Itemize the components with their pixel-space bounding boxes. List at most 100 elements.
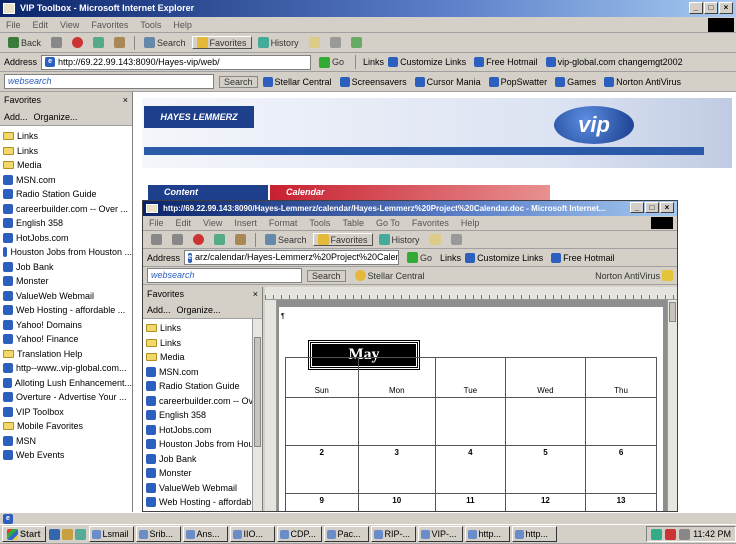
- taskbar-button[interactable]: Ans...: [182, 526, 228, 542]
- menu-item[interactable]: Table: [336, 218, 370, 228]
- link-item[interactable]: Screensavers: [339, 76, 407, 87]
- favorites-button[interactable]: Favorites: [191, 36, 252, 49]
- inner-organize-favorites-button[interactable]: Organize...: [177, 305, 221, 315]
- taskbar-button[interactable]: VIP-...: [417, 526, 463, 542]
- taskbar-button[interactable]: Pac...: [323, 526, 369, 542]
- inner-close-button[interactable]: ×: [660, 202, 674, 213]
- menu-item[interactable]: Insert: [228, 218, 263, 228]
- menu-item[interactable]: Favorites: [406, 218, 455, 228]
- favorite-item[interactable]: Monster: [0, 274, 132, 289]
- menu-item[interactable]: Favorites: [85, 20, 134, 30]
- home-button[interactable]: [110, 37, 129, 48]
- refresh-button[interactable]: [89, 37, 108, 48]
- inner-print-button[interactable]: [447, 234, 466, 245]
- menu-item[interactable]: View: [197, 218, 228, 228]
- favorite-item[interactable]: Translation Help: [0, 347, 132, 362]
- favorite-item[interactable]: Houston Jobs from Hou...: [143, 437, 262, 452]
- favorite-item[interactable]: Media: [143, 350, 262, 365]
- link-item[interactable]: Customize Links: [465, 252, 543, 263]
- favorite-item[interactable]: ValueWeb Webmail: [143, 481, 262, 496]
- favorite-item[interactable]: Web Hosting - affordab...: [143, 495, 262, 510]
- mail-button[interactable]: [305, 37, 324, 48]
- favorite-item[interactable]: VIP Toolbox: [0, 405, 132, 420]
- inner-favorites-button[interactable]: Favorites: [312, 233, 373, 246]
- inner-favorites-scrollbar[interactable]: [252, 319, 262, 511]
- minimize-button[interactable]: _: [689, 2, 703, 14]
- inner-minimize-button[interactable]: _: [630, 202, 644, 213]
- go-button[interactable]: Go: [315, 56, 348, 68]
- favorite-item[interactable]: Media: [0, 158, 132, 173]
- link-item[interactable]: vip-global.com changemgt2002: [545, 57, 683, 67]
- edit-button[interactable]: [347, 37, 366, 48]
- menu-item[interactable]: Format: [263, 218, 304, 228]
- inner-back-button[interactable]: [147, 234, 166, 245]
- stellar-central-link[interactable]: Stellar Central: [351, 270, 429, 281]
- start-button[interactable]: Start: [2, 526, 46, 542]
- toolbar-search-input[interactable]: websearch: [4, 74, 214, 89]
- norton-antivirus-link[interactable]: Norton AntiVirus: [591, 270, 677, 281]
- favorite-item[interactable]: Mobile Favorites: [0, 419, 132, 434]
- back-button[interactable]: Back: [4, 37, 45, 48]
- favorite-item[interactable]: http--www..vip-global.com...: [0, 361, 132, 376]
- inner-toolbar-search-input[interactable]: websearch: [147, 268, 302, 283]
- forward-button[interactable]: [47, 37, 66, 48]
- quick-launch-desktop-icon[interactable]: [74, 528, 86, 540]
- favorite-item[interactable]: Alloting Lush Enhancement...: [0, 376, 132, 391]
- favorite-item[interactable]: English 358: [143, 408, 262, 423]
- document-scroll-thumb[interactable]: [669, 302, 676, 322]
- tray-network-icon[interactable]: [651, 528, 663, 540]
- link-item[interactable]: Free Hotmail: [474, 57, 538, 67]
- inner-history-button[interactable]: History: [375, 234, 424, 245]
- tab-content[interactable]: Content: [148, 185, 268, 200]
- taskbar-button[interactable]: http...: [511, 526, 557, 542]
- favorite-item[interactable]: Yahoo! Finance: [0, 332, 132, 347]
- menu-item[interactable]: Tools: [134, 20, 167, 30]
- favorite-item[interactable]: ValueWeb Webmail: [0, 289, 132, 304]
- taskbar-button[interactable]: Srib...: [135, 526, 181, 542]
- taskbar-button[interactable]: Lsmail: [88, 526, 134, 542]
- menu-item[interactable]: File: [143, 218, 170, 228]
- favorite-item[interactable]: Yahoo! Domains: [0, 318, 132, 333]
- inner-add-favorite-button[interactable]: Add...: [147, 305, 171, 315]
- link-item[interactable]: Norton AntiVirus: [604, 76, 681, 87]
- menu-item[interactable]: Help: [167, 20, 198, 30]
- inner-home-button[interactable]: [231, 234, 250, 245]
- taskbar-button[interactable]: IIO...: [229, 526, 275, 542]
- inner-refresh-button[interactable]: [210, 234, 229, 245]
- inner-go-button[interactable]: Go: [403, 252, 436, 263]
- favorite-item[interactable]: Monster: [143, 466, 262, 481]
- maximize-button[interactable]: □: [704, 2, 718, 14]
- quick-launch-outlook-icon[interactable]: [61, 528, 73, 540]
- favorite-item[interactable]: MSN: [0, 434, 132, 449]
- favorite-item[interactable]: MSN.com: [143, 365, 262, 380]
- favorite-item[interactable]: Overture - Advertise Your ...: [0, 390, 132, 405]
- favorite-item[interactable]: Web Hosting - affordable ...: [0, 303, 132, 318]
- favorite-item[interactable]: careerbuilder.com -- Ov...: [143, 394, 262, 409]
- menu-item[interactable]: File: [0, 20, 27, 30]
- tray-antivirus-icon[interactable]: [665, 528, 677, 540]
- inner-stop-button[interactable]: [189, 234, 208, 245]
- favorite-item[interactable]: Houston Jobs from Houston ...: [0, 245, 132, 260]
- quick-launch-ie-icon[interactable]: [48, 528, 60, 540]
- favorite-item[interactable]: Web Events: [0, 448, 132, 463]
- address-input[interactable]: e http://69.22.99.143:8090/Hayes-vip/web/: [41, 54, 312, 70]
- favorite-item[interactable]: Links: [143, 336, 262, 351]
- favorite-item[interactable]: Job Bank: [0, 260, 132, 275]
- inner-close-panel-icon[interactable]: ×: [253, 289, 258, 299]
- add-favorite-button[interactable]: Add...: [4, 112, 28, 122]
- taskbar-button[interactable]: http...: [464, 526, 510, 542]
- close-button[interactable]: ×: [719, 2, 733, 14]
- close-panel-icon[interactable]: ×: [123, 95, 128, 105]
- link-item[interactable]: Customize Links: [388, 57, 466, 67]
- link-item[interactable]: Cursor Mania: [414, 76, 481, 87]
- inner-search-button[interactable]: Search: [261, 234, 311, 245]
- menu-item[interactable]: Help: [455, 218, 486, 228]
- inner-toolbar-search-button[interactable]: Search: [307, 269, 346, 282]
- favorite-item[interactable]: careerbuilder.com -- Over ...: [0, 202, 132, 217]
- inner-forward-button[interactable]: [168, 234, 187, 245]
- menu-item[interactable]: Edit: [170, 218, 198, 228]
- search-button[interactable]: Search: [140, 37, 190, 48]
- link-item[interactable]: Free Hotmail: [551, 252, 615, 263]
- document-scrollbar[interactable]: [667, 300, 677, 511]
- stop-button[interactable]: [68, 37, 87, 48]
